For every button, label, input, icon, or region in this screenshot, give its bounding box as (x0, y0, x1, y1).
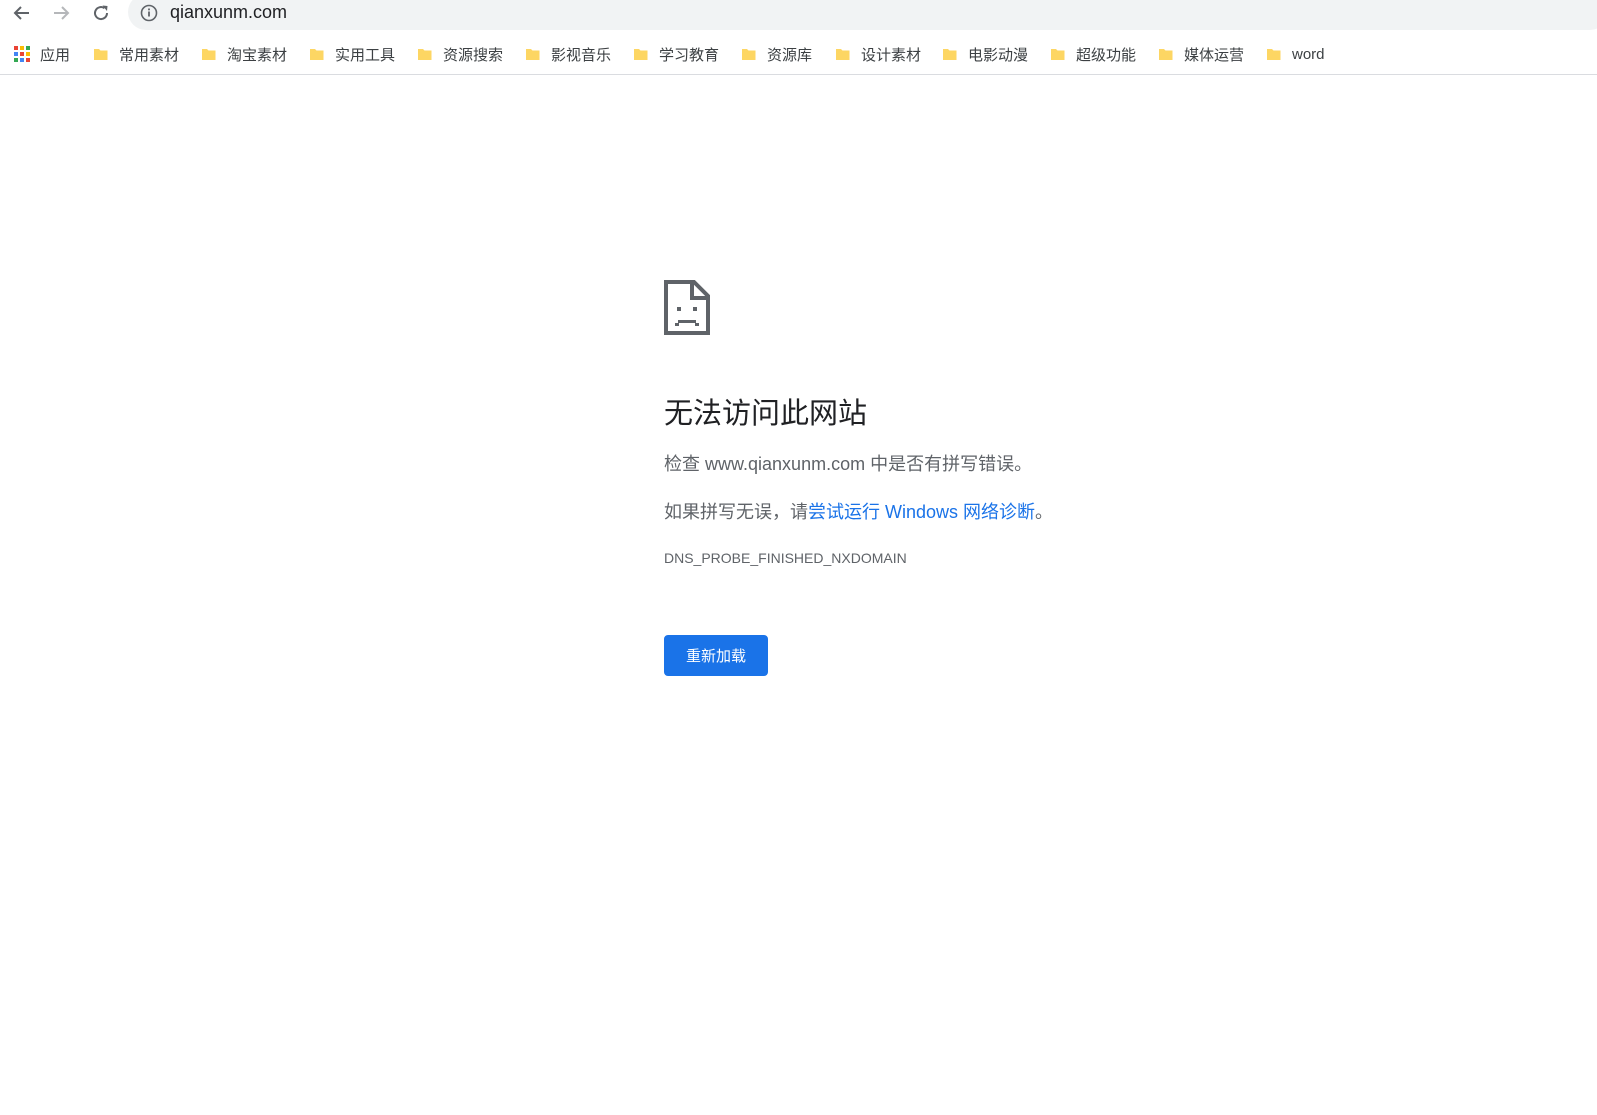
folder-icon (202, 49, 216, 60)
folder-icon (1267, 49, 1281, 60)
arrow-left-icon (13, 6, 29, 20)
bookmark-folder[interactable]: 淘宝素材 (201, 40, 287, 68)
bookmark-folder[interactable]: 影视音乐 (525, 40, 611, 68)
bookmark-folder[interactable]: 电影动漫 (942, 40, 1028, 68)
folder-icon (742, 49, 756, 60)
bookmark-label: word (1292, 45, 1325, 63)
folder-icon (634, 49, 648, 60)
forward-button[interactable] (47, 0, 75, 26)
folder-icon (836, 49, 850, 60)
bookmark-label: 设计素材 (861, 46, 922, 64)
bookmark-folder[interactable]: 超级功能 (1050, 40, 1136, 68)
bookmark-label: 资源库 (767, 46, 813, 64)
folder-icon (526, 49, 540, 60)
address-bar[interactable]: qianxunm.com (128, 0, 1597, 30)
reload-button[interactable] (87, 0, 115, 26)
folder-icon (1051, 49, 1065, 60)
bookmarks-bar: 应用 常用素材 淘宝素材 实用工具 资源搜索 影视音乐 学习教育 资源库 设计素… (0, 36, 1597, 75)
reload-page-button[interactable]: 重新加载 (664, 635, 768, 676)
folder-icon (94, 49, 108, 60)
check-suffix: 中是否有拼写错误。 (865, 454, 1033, 474)
bookmark-label: 媒体运营 (1184, 46, 1245, 64)
suggest-prefix: 如果拼写无误，请 (664, 502, 808, 522)
browser-toolbar: qianxunm.com (0, 0, 1597, 30)
sad-page-icon (664, 280, 710, 335)
bookmark-label: 影视音乐 (551, 46, 612, 64)
bookmark-label: 淘宝素材 (227, 46, 288, 64)
error-check-line: 检查 www.qianxunm.com 中是否有拼写错误。 (664, 450, 1032, 476)
bookmark-folder[interactable]: 常用素材 (93, 40, 179, 68)
folder-icon (418, 49, 432, 60)
info-icon[interactable] (140, 4, 158, 22)
suggest-suffix: 。 (1035, 502, 1054, 522)
error-title: 无法访问此网站 (664, 398, 868, 430)
bookmark-folder[interactable]: 学习教育 (633, 40, 719, 68)
bookmark-label: 实用工具 (335, 46, 396, 64)
back-button[interactable] (8, 0, 36, 26)
url-text[interactable]: qianxunm.com (170, 2, 287, 23)
arrow-right-icon (54, 6, 70, 20)
folder-icon (310, 49, 324, 60)
bookmark-label: 超级功能 (1076, 46, 1137, 64)
bookmark-label: 学习教育 (659, 46, 720, 64)
reload-icon (94, 5, 109, 21)
apps-grid-icon (14, 46, 30, 62)
bookmark-folder[interactable]: 设计素材 (835, 40, 921, 68)
bookmark-folder[interactable]: 媒体运营 (1158, 40, 1244, 68)
bookmark-folder[interactable]: 资源搜索 (417, 40, 503, 68)
folder-icon (1159, 49, 1173, 60)
network-diagnostics-link[interactable]: 尝试运行 Windows 网络诊断 (808, 502, 1035, 522)
bookmark-folder[interactable]: word (1266, 40, 1325, 68)
check-prefix: 检查 (664, 454, 706, 474)
folder-icon (943, 49, 957, 60)
bookmark-apps[interactable]: 应用 (14, 40, 70, 68)
bookmark-label: 常用素材 (119, 46, 180, 64)
bookmark-label: 应用 (40, 46, 71, 64)
error-suggest-line: 如果拼写无误，请尝试运行 Windows 网络诊断。 (664, 498, 1053, 524)
bookmark-folder[interactable]: 资源库 (741, 40, 812, 68)
bookmark-folder[interactable]: 实用工具 (309, 40, 395, 68)
error-code: DNS_PROBE_FINISHED_NXDOMAIN (664, 550, 907, 566)
check-domain: www.qianxunm.com (705, 454, 866, 474)
bookmark-label: 电影动漫 (968, 46, 1029, 64)
bookmark-label: 资源搜索 (443, 46, 504, 64)
